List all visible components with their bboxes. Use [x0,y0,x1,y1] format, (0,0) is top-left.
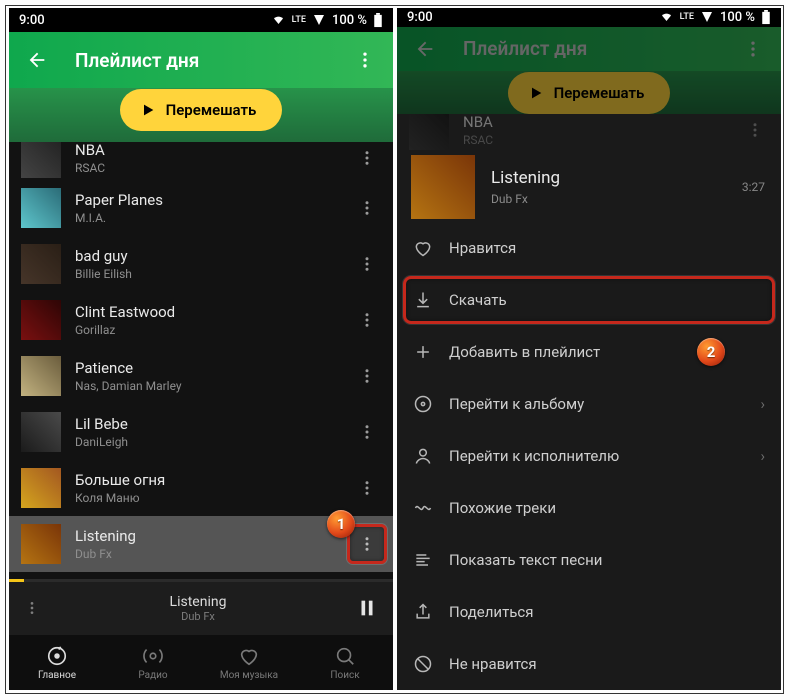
shuffle-label: Перемешать [554,84,645,102]
chevron-right-icon: › [760,447,765,465]
shuffle-label: Перемешать [166,101,257,119]
track-row[interactable]: ListeningDub Fx 1 [9,516,393,572]
track-more-button[interactable] [349,358,385,394]
play-icon [140,102,156,118]
menu-dislike[interactable]: Не нравится [397,638,781,690]
heart-icon [238,645,260,667]
nav-search[interactable]: Поиск [297,635,393,690]
heart-icon [413,238,433,258]
status-net: LTE [292,16,306,25]
album-art [21,244,61,284]
now-playing-more-button[interactable] [15,600,49,616]
context-track-header: Listening Dub Fx 3:27 [397,152,781,222]
menu-go-to-artist[interactable]: Перейти к исполнителю › [397,430,781,482]
bottom-nav: Главное Радио Моя музыка Поиск [9,634,393,690]
app-header: Плейлист дня [397,27,781,71]
track-more-button[interactable] [349,190,385,226]
status-battery: 100 % [332,13,367,28]
block-icon [413,654,433,674]
download-icon [413,290,433,310]
album-art [21,300,61,340]
disc-icon [413,394,433,414]
track-more-button[interactable] [349,246,385,282]
now-playing-bar[interactable]: Listening Dub Fx [9,582,393,634]
track-row[interactable]: Lil BebeDaniLeigh [9,404,393,460]
menu-show-lyrics[interactable]: Показать текст песни [397,534,781,586]
wifi-icon [271,14,286,26]
lyrics-icon [413,550,433,570]
header-more-button[interactable] [733,29,773,69]
banner: Перемешать [397,71,781,114]
album-art [411,155,475,219]
context-menu: Нравится Скачать Добавить в плейлист 2 П… [397,222,781,690]
home-icon [46,645,68,667]
back-button[interactable] [17,40,57,80]
track-more-button[interactable] [349,526,385,562]
signal-icon [700,11,714,23]
plus-icon [413,342,433,362]
nav-radio[interactable]: Радио [105,635,201,690]
now-playing-info: Listening Dub Fx [49,594,347,623]
album-art [21,468,61,508]
battery-icon [761,10,771,25]
menu-share[interactable]: Поделиться [397,586,781,638]
menu-go-to-album[interactable]: Перейти к альбому › [397,378,781,430]
shuffle-button[interactable]: Перемешать [120,89,283,131]
track-more-button [737,114,773,148]
header-more-button[interactable] [345,40,385,80]
track-row[interactable]: bad guyBillie Eilish [9,236,393,292]
album-art [409,114,449,150]
track-row: NBARSAC [397,114,781,152]
track-row[interactable]: Clint EastwoodGorillaz [9,292,393,348]
shuffle-button[interactable]: Перемешать [508,72,671,114]
status-bar: 9:00 LTE 100 % [397,8,781,27]
menu-like[interactable]: Нравится [397,222,781,274]
radio-icon [142,645,164,667]
track-more-button[interactable] [349,470,385,506]
banner: Перемешать [9,88,393,142]
page-title: Плейлист дня [75,49,345,72]
track-row[interactable]: Больше огняКоля Маню [9,460,393,516]
menu-download[interactable]: Скачать [397,274,781,326]
track-duration: 3:27 [742,180,765,194]
menu-add-to-playlist[interactable]: Добавить в плейлист 2 [397,326,781,378]
page-title: Плейлист дня [463,37,733,60]
track-row[interactable]: PatienceNas, Damian Marley [9,348,393,404]
nav-mymusic[interactable]: Моя музыка [201,635,297,690]
phone-screen-right: 9:00 LTE 100 % Плейлист дня Перемешать [397,8,781,690]
play-icon [528,85,544,101]
status-time: 9:00 [407,10,433,25]
album-art [21,142,61,178]
album-art [21,524,61,564]
menu-similar-tracks[interactable]: Похожие треки [397,482,781,534]
track-row[interactable]: Paper PlanesM.I.A. [9,180,393,236]
track-more-button[interactable] [349,414,385,450]
status-bar: 9:00 LTE 100 % [9,8,393,32]
nav-home[interactable]: Главное [9,635,105,690]
album-art [21,412,61,452]
status-time: 9:00 [19,13,45,28]
track-row[interactable]: NBARSAC [9,142,393,180]
track-more-button[interactable] [349,142,385,176]
search-icon [334,645,356,667]
back-button[interactable] [405,29,445,69]
phone-screen-left: 9:00 LTE 100 % Плейлист дня Перемешать [9,8,393,690]
track-list: NBARSAC Paper PlanesM.I.A. bad guyBillie… [9,142,393,579]
track-more-button[interactable] [349,302,385,338]
chevron-right-icon: › [760,395,765,413]
album-art [21,188,61,228]
progress-bar[interactable] [9,579,393,582]
pause-button[interactable] [347,597,387,619]
wifi-icon [659,11,674,23]
share-icon [413,602,433,622]
app-header: Плейлист дня [9,32,393,88]
signal-icon [312,14,326,26]
battery-icon [373,13,383,28]
wave-icon [413,498,433,518]
album-art [21,356,61,396]
artist-icon [413,446,433,466]
